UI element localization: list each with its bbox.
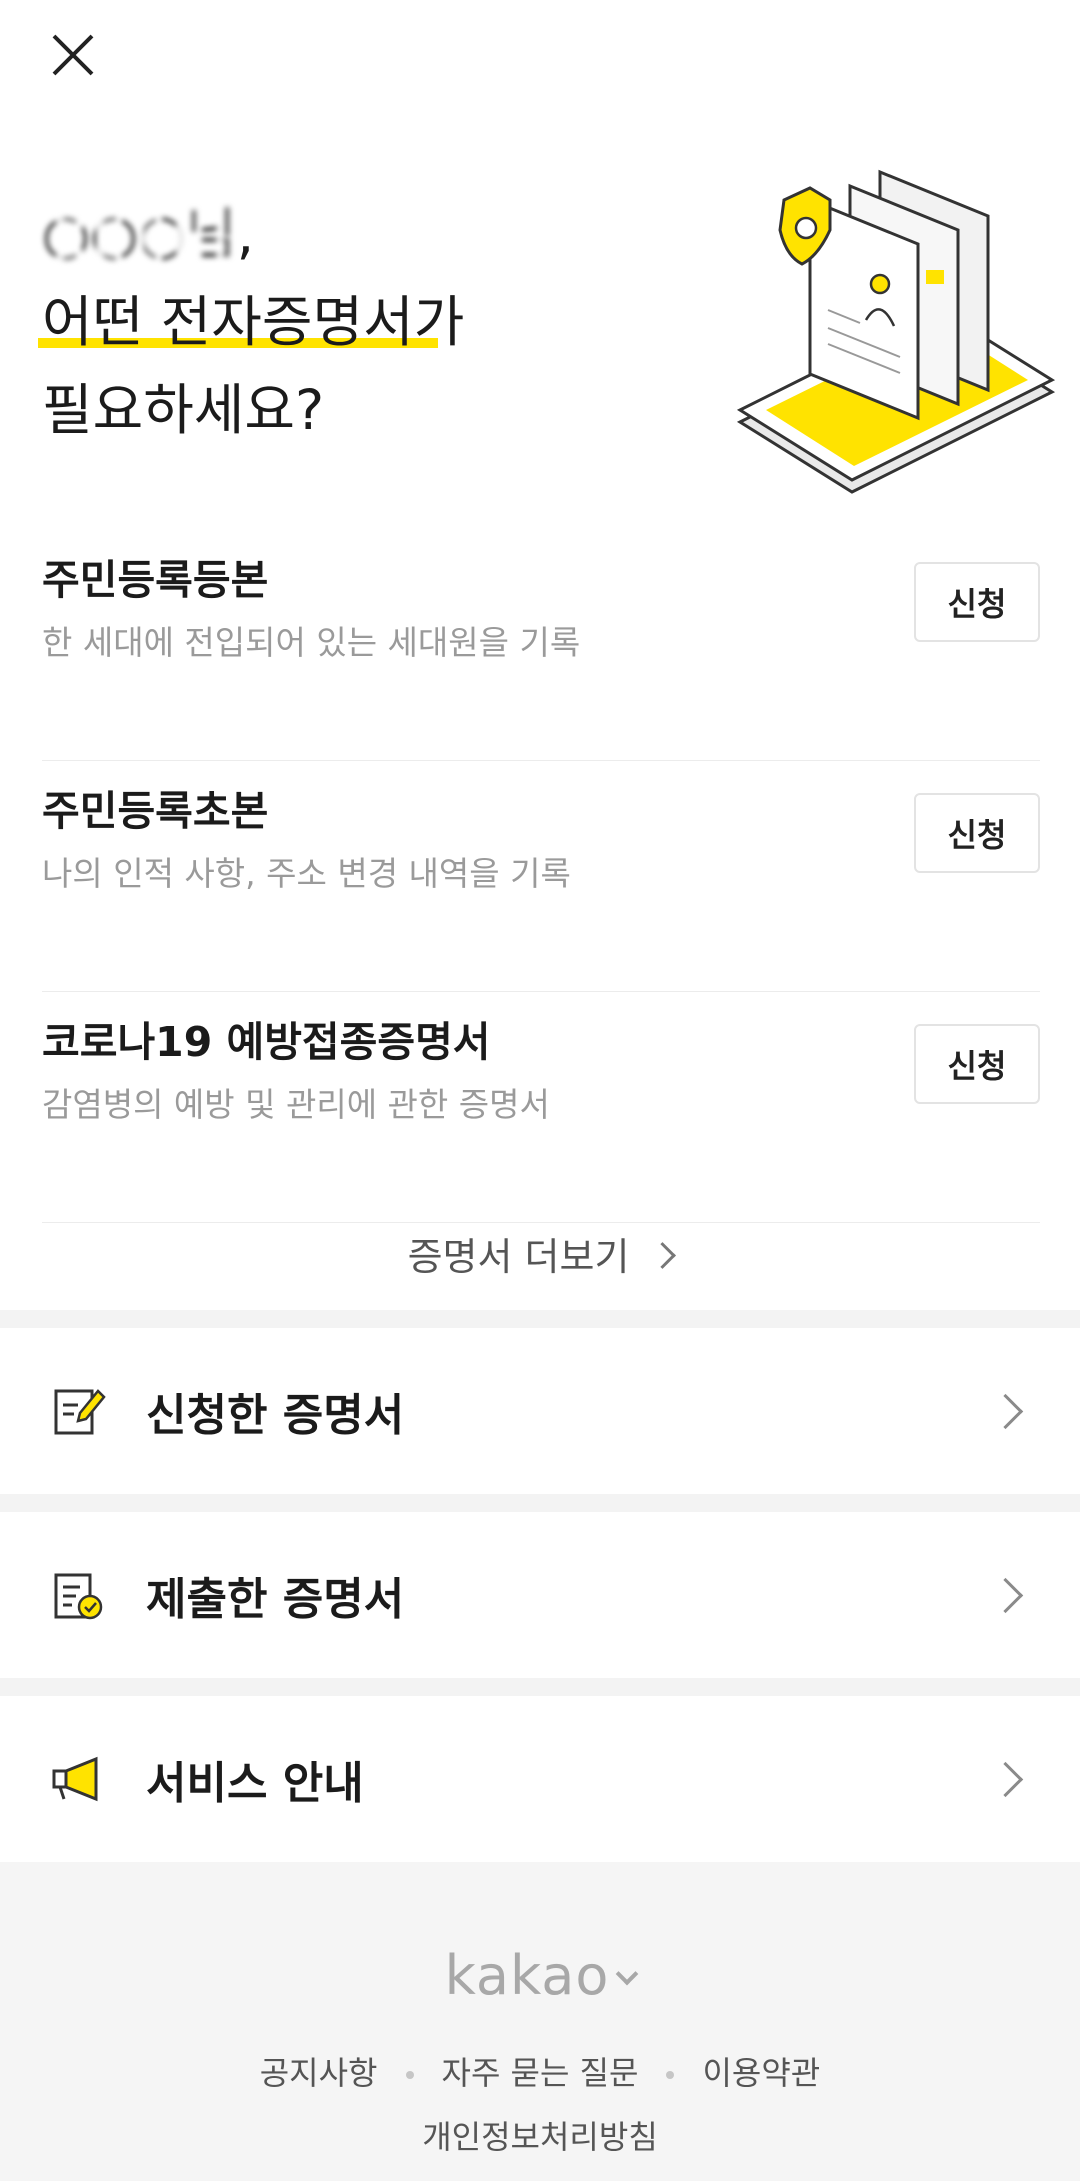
section-divider [0,1494,1080,1512]
apply-button[interactable]: 신청 [914,793,1040,873]
footer-link-privacy[interactable]: 개인정보처리방침 [0,2112,1080,2158]
menu-label: 신청한 증명서 [146,1390,405,1441]
chevron-right-icon [987,1577,1024,1614]
certificate-title: 주민등록초본 [42,787,269,835]
certificate-item: 주민등록초본 나의 인적 사항, 주소 변경 내역을 기록 신청 [42,761,1040,992]
checked-document-icon [54,1573,103,1620]
menu-row-service-guide[interactable]: 서비스 안내 [0,1696,1080,1862]
menu-row-applied-certificates[interactable]: 신청한 증명서 [0,1328,1080,1494]
footer-link-terms[interactable]: 이용약관 [702,2054,820,2092]
footer-link-notice[interactable]: 공지사항 [260,2054,378,2092]
certificate-item: 주민등록등본 한 세대에 전입되어 있는 세대원을 기록 신청 [42,530,1040,761]
menu-row-submitted-certificates[interactable]: 제출한 증명서 [0,1512,1080,1678]
certificate-item: 코로나19 예방접종증명서 감염병의 예방 및 관리에 관한 증명서 신청 [42,992,1040,1223]
certificate-title: 코로나19 예방접종증명서 [42,1018,491,1066]
more-certificates-link[interactable]: 증명서 더보기 [0,1212,1080,1302]
greeting-line-1: ○○○님, [42,190,464,278]
section-divider [0,1310,1080,1328]
footer: kakao 공지사항 자주 묻는 질문 이용약관 개인정보처리방침 [0,1862,1080,2181]
section-divider [0,1678,1080,1696]
edit-document-icon [54,1389,106,1435]
megaphone-icon [52,1756,98,1802]
certificate-description: 감염병의 예방 및 관리에 관한 증명서 [42,1085,550,1124]
apply-button[interactable]: 신청 [914,1024,1040,1104]
certificate-illustration [736,169,1056,494]
user-name-masked: ○○○님 [42,190,237,278]
menu-label: 제출한 증명서 [146,1574,405,1625]
separator-dot [405,2071,414,2079]
more-certificates-label: 증명서 더보기 [407,1235,630,1279]
kakao-logo: kakao [444,1944,610,2007]
menu-label: 서비스 안내 [146,1758,364,1809]
chevron-right-icon [649,1242,677,1269]
kakao-brand-menu[interactable]: kakao [0,1944,1080,2007]
greeting-line-2: 어떤 전자증명서가 [38,278,464,366]
chevron-right-icon [987,1393,1024,1430]
apply-button[interactable]: 신청 [914,562,1040,642]
certificate-description: 한 세대에 전입되어 있는 세대원을 기록 [42,623,581,662]
separator-dot [666,2071,675,2079]
certificate-title: 주민등록등본 [42,556,269,604]
footer-links: 공지사항 자주 묻는 질문 이용약관 [0,2048,1080,2094]
greeting-line-3: 필요하세요? [42,378,325,442]
footer-link-faq[interactable]: 자주 묻는 질문 [442,2054,639,2092]
hero-section: ○○○님, 어떤 전자증명서가 필요하세요? [0,0,1080,500]
chevron-right-icon [987,1761,1024,1798]
chevron-down-icon [616,1962,639,1986]
certificate-list: 주민등록등본 한 세대에 전입되어 있는 세대원을 기록 신청 주민등록초본 나… [42,530,1040,1223]
highlighted-phrase: 어떤 전자증명서 [38,278,438,366]
greeting-text: ○○○님, 어떤 전자증명서가 필요하세요? [38,190,464,454]
certificate-description: 나의 인적 사항, 주소 변경 내역을 기록 [42,854,571,893]
